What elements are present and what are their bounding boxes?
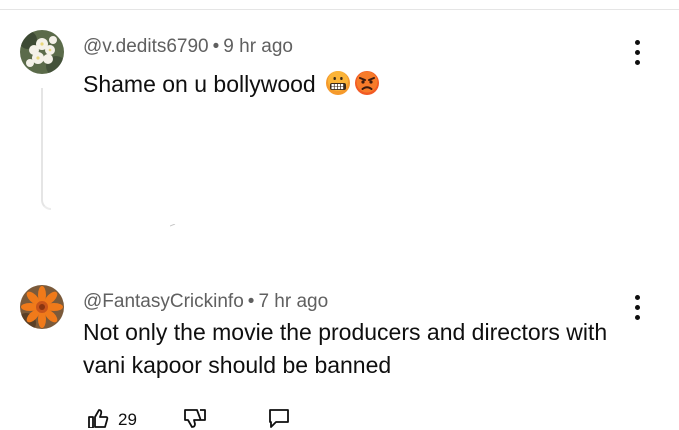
avatar[interactable] bbox=[20, 285, 64, 329]
grimacing-face-emoji bbox=[325, 70, 351, 96]
comment-body: Shame on u bollywood bbox=[83, 71, 316, 97]
angry-face-emoji bbox=[354, 70, 380, 96]
comment-meta: @FantasyCrickinfo • 7 hr ago bbox=[83, 291, 328, 313]
comment-item: @v.dedits6790 • 9 hr ago Shame on u bollyw… bbox=[0, 28, 679, 228]
comment-time: 9 hr ago bbox=[223, 36, 294, 57]
meta-separator: • bbox=[247, 291, 255, 312]
comment-actions: 29 bbox=[83, 408, 343, 429]
comment-item: @FantasyCrickinfo • 7 hr ago Not only the … bbox=[0, 283, 679, 429]
more-vertical-icon[interactable] bbox=[625, 293, 649, 323]
thumbs-down-icon[interactable] bbox=[183, 408, 207, 428]
comment-meta: @v.dedits6790 • 9 hr ago bbox=[83, 36, 293, 58]
divider-mark bbox=[170, 224, 176, 227]
comment-text: Shame on u bollywood bbox=[83, 68, 623, 101]
thread-connector bbox=[41, 156, 51, 210]
comment-author[interactable]: @FantasyCrickinfo bbox=[83, 291, 244, 312]
reply-icon[interactable] bbox=[267, 408, 291, 428]
meta-separator: • bbox=[212, 36, 220, 57]
top-divider bbox=[0, 9, 679, 10]
like-count: 29 bbox=[118, 410, 137, 429]
more-vertical-icon[interactable] bbox=[625, 38, 649, 68]
comment-time: 7 hr ago bbox=[258, 291, 329, 312]
comment-author[interactable]: @v.dedits6790 bbox=[83, 36, 209, 57]
comment-text: Not only the movie the producers and dir… bbox=[83, 319, 608, 378]
thumbs-up-icon[interactable] bbox=[87, 408, 109, 428]
avatar[interactable] bbox=[20, 30, 64, 74]
